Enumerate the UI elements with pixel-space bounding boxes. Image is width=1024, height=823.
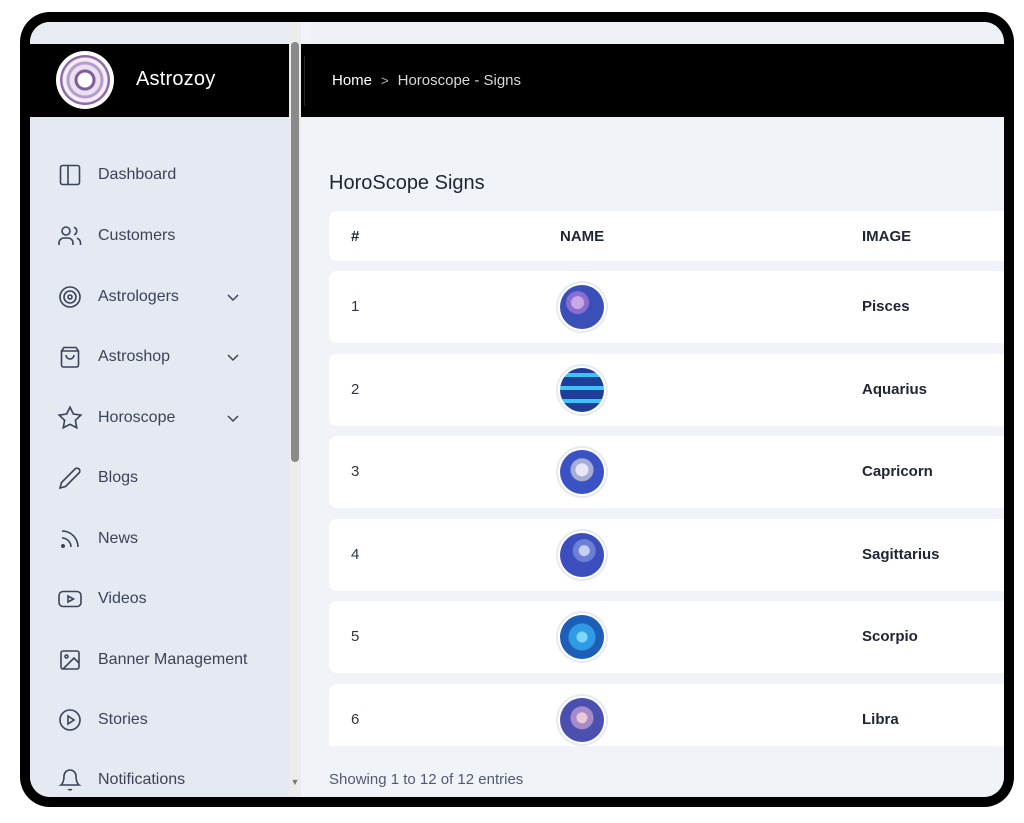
page-title: HoroScope Signs [329,172,485,194]
sign-name: Sagittarius [862,546,940,563]
image-icon [57,647,83,673]
aquarius-icon [560,368,604,412]
column-header-image[interactable]: IMAGE [862,228,911,245]
rss-icon [57,526,83,552]
aquarius-sign-image [558,366,606,414]
sidebar-item-label: Astroshop [98,348,171,365]
sign-name: Pisces [862,298,910,315]
sidebar-item-label: Horoscope [98,409,176,426]
app-title: Astrozoy [136,68,216,90]
sidebar-item-blogs[interactable]: Blogs [30,456,288,500]
column-header-number[interactable]: # [351,228,359,245]
pisces-icon [560,285,604,329]
zodiac-wheel-logo[interactable] [56,51,114,109]
logo-wheel-icon [60,55,110,105]
sidebar-item-label: Dashboard [98,166,177,183]
row-number: 5 [351,628,360,645]
sidebar-item-videos[interactable]: Videos [30,577,288,621]
row-number: 6 [351,711,360,728]
play-circle-icon [57,707,83,733]
sidebar-item-astroshop[interactable]: Astroshop [30,335,288,379]
capricorn-sign-image [558,448,606,496]
app-screen: Astrozoy Home > Horoscope - Signs Dashbo… [30,22,1004,797]
scorpio-sign-image [558,613,606,661]
sign-name: Aquarius [862,381,928,398]
dashboard-icon [57,162,83,188]
breadcrumb-separator: > [381,73,389,88]
table-header-row: # NAME IMAGE [329,211,1004,261]
sidebar-item-banner-management[interactable]: Banner Management [30,638,288,682]
star-icon [57,405,83,431]
libra-sign-image [558,696,606,744]
chevron-down-icon[interactable] [225,410,241,426]
sidebar-item-dashboard[interactable]: Dashboard [30,153,288,197]
sidebar-item-label: Customers [98,227,176,244]
sidebar-item-label: News [98,530,139,547]
scorpio-icon [560,615,604,659]
row-number: 3 [351,463,360,480]
breadcrumb: Home > Horoscope - Signs [332,72,521,89]
sidebar-item-label: Notifications [98,771,186,788]
sidebar-item-label: Blogs [98,469,139,486]
capricorn-icon [560,450,604,494]
sign-name: Libra [862,711,899,728]
table-row[interactable]: 1 Pisces [329,271,1004,343]
sign-name: Scorpio [862,628,918,645]
top-header: Astrozoy Home > Horoscope - Signs [30,44,1004,117]
users-icon [57,223,83,249]
libra-icon [560,698,604,742]
target-icon [57,284,83,310]
sidebar-item-label: Banner Management [98,651,248,668]
sidebar-item-horoscope[interactable]: Horoscope [30,396,288,440]
table-entries-info: Showing 1 to 12 of 12 entries [329,771,524,788]
sidebar-item-label: Stories [98,711,148,728]
row-number: 1 [351,298,360,315]
sidebar-item-notifications[interactable]: Notifications [30,758,288,797]
device-frame: Astrozoy Home > Horoscope - Signs Dashbo… [20,12,1014,807]
sagittarius-sign-image [558,531,606,579]
chevron-down-icon[interactable] [225,289,241,305]
table-row[interactable]: 5 Scorpio [329,601,1004,673]
pencil-icon [57,465,83,491]
sign-name: Capricorn [862,463,933,480]
shopping-bag-icon [57,344,83,370]
breadcrumb-home-link[interactable]: Home [332,72,372,89]
table-row[interactable]: 3 Capricorn [329,436,1004,508]
youtube-icon [57,586,83,612]
header-divider [304,56,305,106]
table-row[interactable]: 4 Sagittarius [329,519,1004,591]
scroll-down-arrow-icon[interactable]: ▼ [289,776,301,788]
breadcrumb-current: Horoscope - Signs [397,72,522,89]
sidebar-scrollbar-thumb[interactable] [291,42,299,462]
sagittarius-icon [560,533,604,577]
chevron-down-icon[interactable] [225,349,241,365]
sidebar-item-astrologers[interactable]: Astrologers [30,275,288,319]
sidebar-item-customers[interactable]: Customers [30,214,288,258]
row-number: 2 [351,381,360,398]
table-row[interactable]: 2 Aquarius [329,354,1004,426]
bell-icon [57,767,83,793]
sidebar-item-news[interactable]: News [30,517,288,561]
main-top-strip [310,22,1004,45]
sidebar-top-strip [30,22,295,45]
sidebar-item-stories[interactable]: Stories [30,698,288,742]
row-number: 4 [351,546,360,563]
pisces-sign-image [558,283,606,331]
column-header-name[interactable]: NAME [560,228,604,245]
sidebar-item-label: Astrologers [98,288,179,305]
sidebar-item-label: Videos [98,590,147,607]
